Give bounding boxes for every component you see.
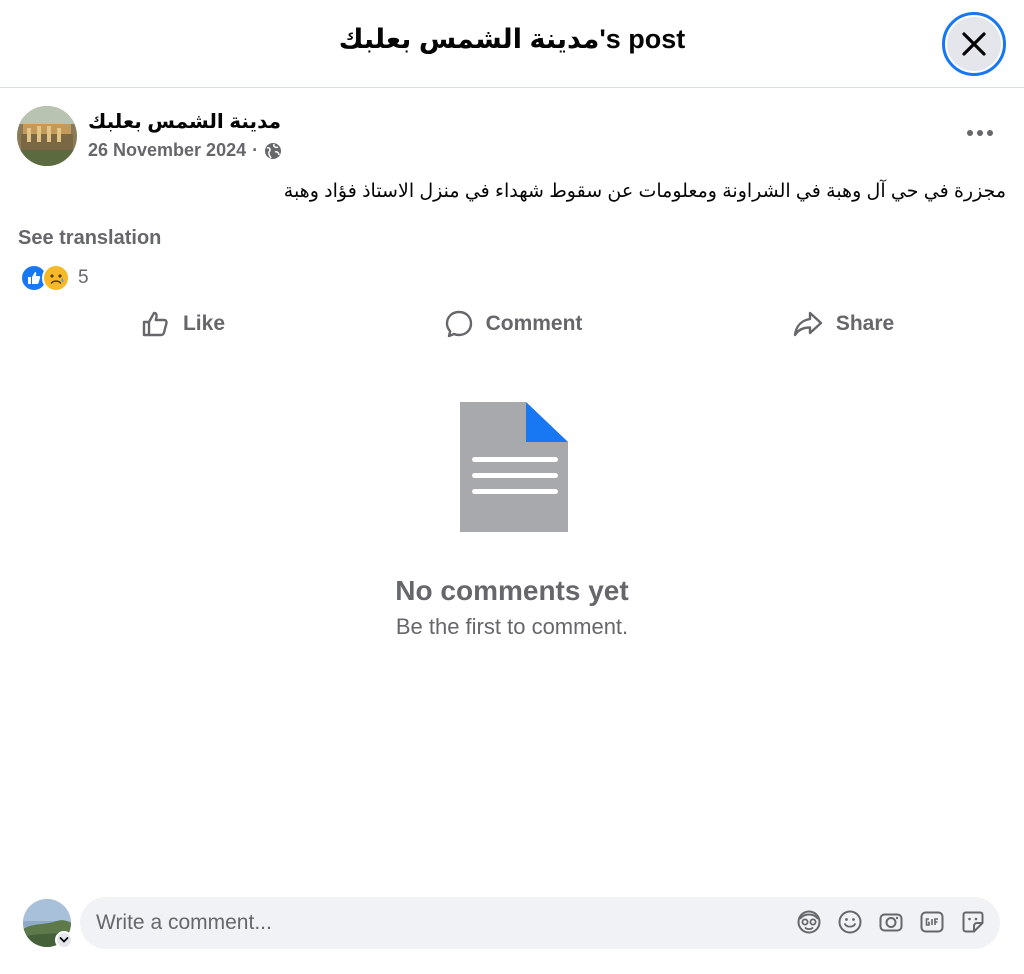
post-meta: 26 November 2024 · (88, 140, 282, 161)
comment-composer (80, 897, 1000, 949)
like-icon (142, 311, 168, 337)
meta-separator: · (252, 140, 259, 160)
empty-comments-title: No comments yet (395, 575, 629, 606)
dialog-header: مدينة الشمس بعلبك's post (0, 0, 1024, 88)
like-button[interactable]: Like (18, 300, 348, 348)
page-name[interactable]: مدينة الشمس بعلبك (88, 109, 281, 134)
more-icon (967, 130, 993, 136)
dialog-title: مدينة الشمس بعلبك's post (338, 24, 686, 54)
comment-label: Comment (485, 312, 583, 335)
avatar-sticker-icon[interactable] (796, 909, 822, 935)
emoji-icon[interactable] (837, 909, 863, 935)
comment-icon (445, 310, 472, 338)
gif-icon[interactable] (919, 909, 945, 935)
sad-reaction-icon (42, 264, 70, 292)
sticker-icon[interactable] (960, 909, 986, 935)
page-avatar[interactable] (17, 106, 77, 166)
close-icon (962, 32, 986, 56)
chevron-down-icon[interactable] (55, 931, 73, 949)
post-text: مجزرة في حي آل وهبة في الشراونة ومعلومات… (283, 181, 1006, 202)
like-label: Like (182, 312, 226, 335)
composer-tools (796, 909, 986, 935)
comment-input[interactable] (96, 897, 776, 949)
empty-comments-subtitle: Be the first to comment. (395, 614, 629, 639)
reaction-count: 5 (78, 267, 89, 288)
more-options-button[interactable] (960, 118, 1000, 148)
share-icon (793, 311, 823, 337)
post-actions: Like Comment Share (18, 300, 1008, 348)
share-button[interactable]: Share (678, 300, 1008, 348)
see-translation-link[interactable]: See translation (18, 227, 161, 250)
user-avatar[interactable] (23, 899, 73, 949)
camera-icon[interactable] (878, 909, 904, 935)
post-date[interactable]: 26 November 2024 (88, 140, 246, 161)
globe-icon (265, 142, 282, 159)
document-icon (460, 402, 570, 537)
comment-button[interactable]: Comment (348, 300, 678, 348)
share-label: Share (835, 312, 895, 335)
close-button[interactable] (942, 12, 1006, 76)
reactions-summary[interactable]: 5 (20, 263, 89, 293)
